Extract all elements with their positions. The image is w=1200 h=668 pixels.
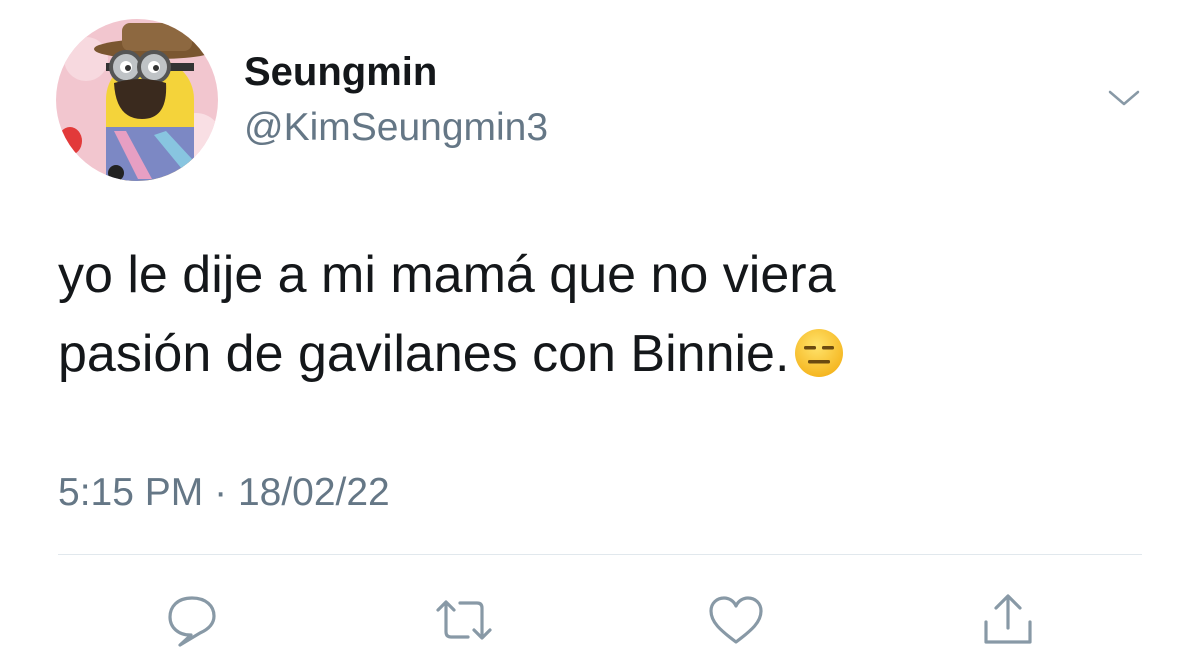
tweet-text-line-content: pasión de gavilanes con Binnie. — [58, 325, 790, 383]
divider — [58, 554, 1142, 555]
expressionless-face-icon — [793, 327, 845, 379]
tweet-text-line-2: pasión de gavilanes con Binnie. — [58, 315, 1148, 394]
tweet-text-line: yo le dije a mi mamá que no viera — [58, 246, 836, 304]
reply-icon — [168, 596, 216, 647]
meta-separator: · — [214, 471, 228, 514]
user-handle[interactable]: @KimSeungmin3 — [244, 106, 548, 150]
share-button[interactable] — [978, 592, 1038, 648]
avatar[interactable] — [56, 19, 218, 181]
like-button[interactable] — [706, 592, 766, 648]
share-icon — [984, 594, 1032, 644]
retweet-button[interactable] — [434, 592, 494, 648]
retweet-icon — [436, 600, 492, 640]
heart-icon — [709, 596, 763, 644]
display-name[interactable]: Seungmin — [244, 50, 437, 95]
tweet-card: Seungmin @KimSeungmin3 yo le dije a mi m… — [0, 0, 1200, 668]
tweet-timestamp[interactable]: 5:15 PM · 18/02/22 — [58, 471, 390, 515]
tweet-time: 5:15 PM — [58, 471, 204, 514]
chevron-down-icon[interactable] — [1104, 82, 1144, 112]
avatar-image — [56, 19, 218, 181]
reply-button[interactable] — [162, 592, 222, 648]
tweet-date: 18/02/22 — [237, 471, 390, 514]
tweet-text: yo le dije a mi mamá que no viera pasión… — [58, 236, 1148, 394]
